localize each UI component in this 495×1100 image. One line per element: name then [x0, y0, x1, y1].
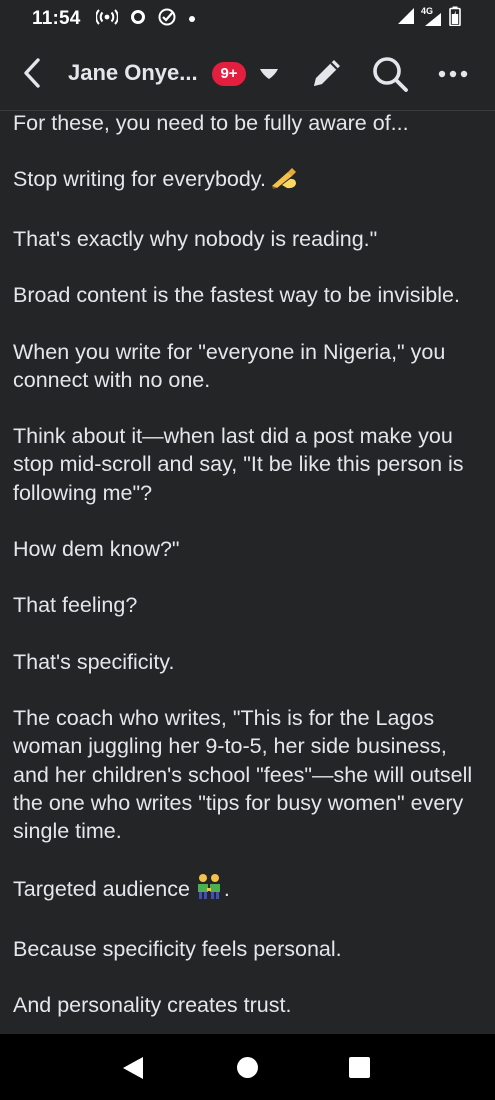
- chevron-down-icon: [260, 69, 278, 79]
- circle-notification-icon: [130, 9, 146, 30]
- nav-back-button[interactable]: [122, 1056, 144, 1080]
- check-circle-icon: [158, 8, 176, 31]
- more-options-button[interactable]: [436, 62, 470, 86]
- post-paragraph-text: Targeted audience: [13, 877, 190, 902]
- network-label: 4G: [421, 6, 434, 16]
- battery-icon: [449, 6, 461, 31]
- post-paragraph: That's exactly why nobody is reading.": [13, 226, 378, 251]
- search-button[interactable]: [370, 54, 410, 94]
- nav-home-button[interactable]: [237, 1057, 258, 1078]
- post-paragraph: And personality creates trust.: [13, 993, 292, 1018]
- app-header: Jane Onye... 9+: [0, 36, 495, 111]
- screen: 11:54 4G Jane Onye... 9+ For these, you …: [0, 0, 495, 1100]
- post-paragraph: Targeted audience .: [13, 873, 487, 906]
- nav-recents-button[interactable]: [349, 1057, 370, 1078]
- cell-signal-4g-icon: 4G: [421, 6, 443, 27]
- status-system-icons: 4G: [397, 6, 461, 31]
- post-body: For these, you need to be fully aware of…: [13, 111, 487, 1034]
- system-nav-bar: [0, 1034, 495, 1100]
- nav-back-icon: [123, 1057, 143, 1079]
- post-paragraph: Broad content is the fastest way to be i…: [13, 283, 460, 308]
- post-paragraph: How dem know?": [13, 536, 180, 561]
- post-paragraph: For these, you need to be fully aware of…: [13, 111, 409, 135]
- broadcast-icon: [95, 8, 119, 30]
- more-dots-icon: [438, 70, 468, 78]
- two-men-holding-hands-emoji: [194, 873, 224, 906]
- edit-button[interactable]: [308, 54, 346, 92]
- post-paragraph: When you write for "everyone in Nigeria,…: [13, 339, 446, 392]
- wifi-signal-icon: [397, 7, 415, 30]
- dot-icon: [188, 10, 196, 28]
- post-paragraph: The coach who writes, "This is for the L…: [13, 706, 473, 843]
- notification-badge[interactable]: 9+: [212, 62, 246, 86]
- profile-dropdown-button[interactable]: [258, 66, 280, 82]
- status-bar: 11:54 4G: [0, 0, 495, 36]
- post-paragraph: That feeling?: [13, 593, 138, 618]
- back-button[interactable]: [18, 56, 48, 90]
- post-paragraph-text: Stop writing for everybody.: [13, 167, 266, 192]
- search-icon: [373, 57, 408, 92]
- status-time: 11:54: [32, 8, 81, 29]
- writing-hand-emoji: [270, 165, 298, 196]
- post-paragraph: That's specificity.: [13, 649, 175, 674]
- post-paragraph: Think about it—when last did a post make…: [13, 424, 464, 505]
- back-arrow-icon: [24, 58, 40, 88]
- post-content-area[interactable]: For these, you need to be fully aware of…: [0, 111, 495, 1034]
- post-paragraph-suffix: .: [223, 877, 230, 902]
- profile-name-title[interactable]: Jane Onye...: [68, 60, 198, 86]
- pencil-icon: [314, 60, 340, 86]
- post-paragraph: Because specificity feels personal.: [13, 936, 342, 961]
- status-notification-icons: [95, 8, 196, 31]
- post-paragraph: Stop writing for everybody.: [13, 165, 487, 196]
